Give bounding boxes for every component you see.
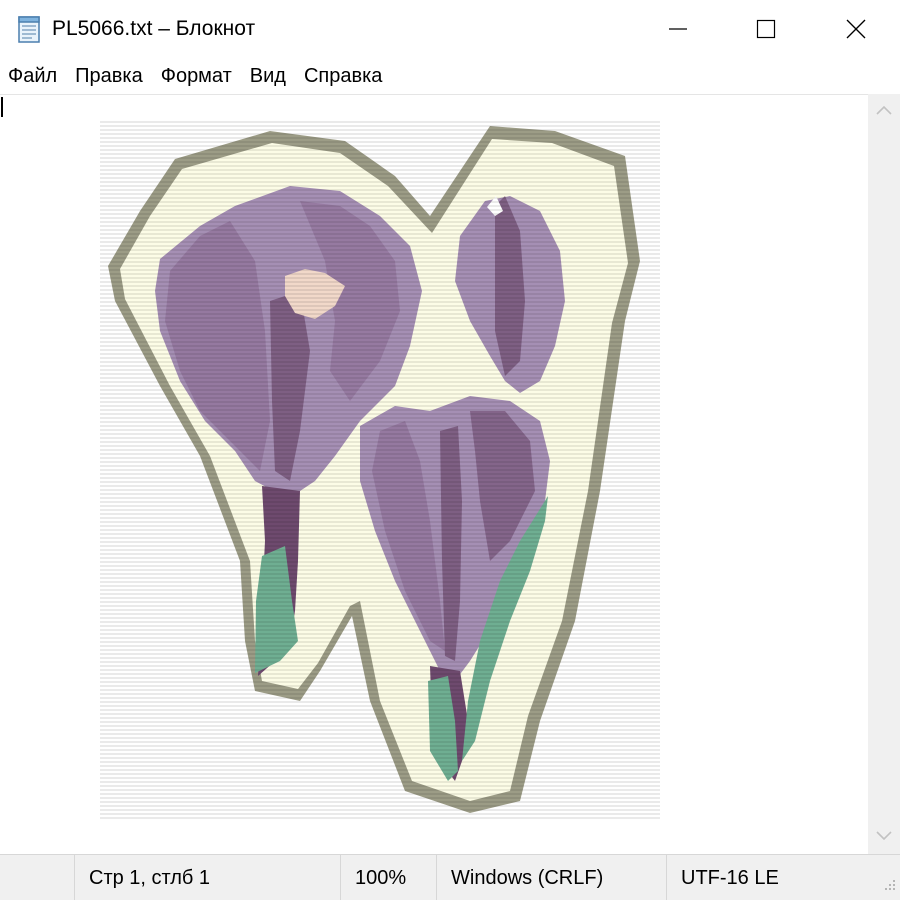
minimize-button[interactable] [632,0,724,58]
title-bar[interactable]: PL5066.txt – Блокнот [0,0,900,58]
menu-edit[interactable]: Правка [66,58,152,94]
maximize-icon [756,19,776,39]
menu-file[interactable]: Файл [0,58,66,94]
scroll-up-button[interactable] [868,94,900,128]
crocus-illustration [100,121,660,821]
scroll-down-button[interactable] [868,820,900,854]
close-button[interactable] [810,0,900,58]
encoding: UTF-16 LE [666,855,900,900]
text-editor[interactable] [0,94,868,855]
status-spacer [0,855,74,900]
chevron-down-icon [876,828,892,846]
chevron-up-icon [876,102,892,120]
notepad-window: PL5066.txt – Блокнот Файл Правка Формат … [0,0,900,900]
line-endings: Windows (CRLF) [436,855,666,900]
cursor-position: Стр 1, стлб 1 [74,855,340,900]
menu-view[interactable]: Вид [241,58,295,94]
close-icon [845,18,867,40]
menu-help[interactable]: Справка [295,58,391,94]
vertical-scrollbar[interactable] [868,94,900,854]
notepad-icon [14,14,44,44]
menu-format[interactable]: Формат [152,58,241,94]
maximize-button[interactable] [720,0,812,58]
zoom-level: 100% [340,855,436,900]
resize-grip-icon[interactable] [884,874,896,897]
menu-bar: Файл Правка Формат Вид Справка [0,58,900,94]
minimize-icon [668,19,688,39]
window-title: PL5066.txt – Блокнот [52,17,256,40]
status-bar: Стр 1, стлб 1 100% Windows (CRLF) UTF-16… [0,854,900,900]
